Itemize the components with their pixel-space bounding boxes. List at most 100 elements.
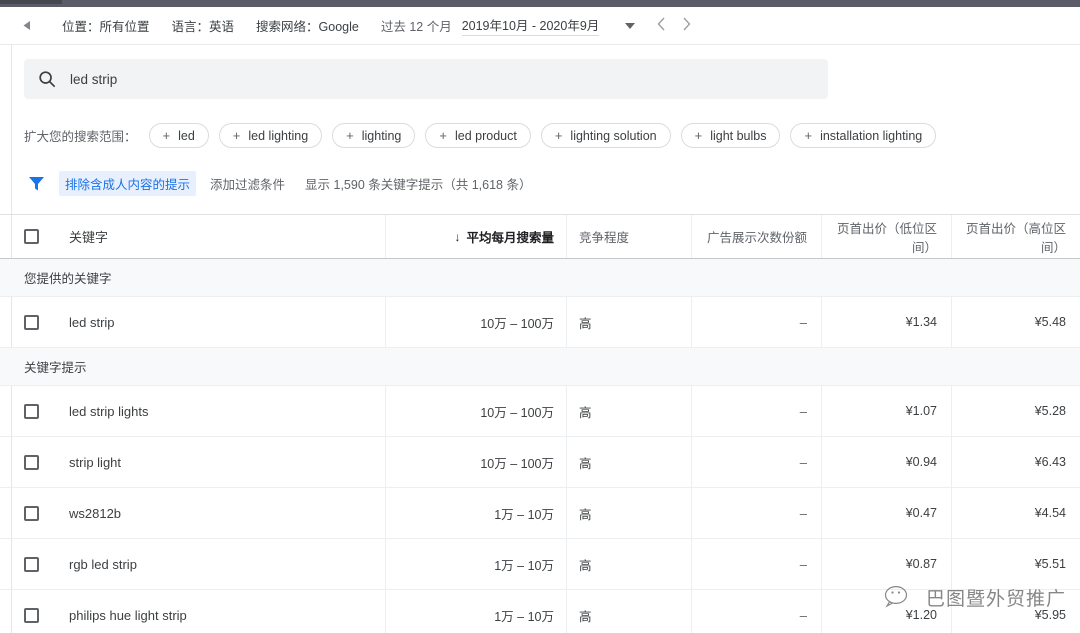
table-row[interactable]: led strip 10万 – 100万 高 – ¥1.34 ¥5.48 xyxy=(0,297,1080,348)
filter-active-chip[interactable]: 排除含成人内容的提示 xyxy=(59,171,196,196)
header-cell-bid-high[interactable]: 页首出价（高位区间） xyxy=(951,215,1080,258)
cell-impression-share: – xyxy=(691,437,821,487)
row-checkbox[interactable] xyxy=(24,557,39,572)
group-label: 关键字提示 xyxy=(0,357,87,376)
keyword-text: rgb led strip xyxy=(69,557,137,572)
filter-row: 排除含成人内容的提示 添加过滤条件 显示 1,590 条关键字提示（共 1,61… xyxy=(0,148,1080,196)
cell-keyword: led strip lights xyxy=(0,404,385,419)
competition-text: 高 xyxy=(579,453,592,472)
select-all-checkbox[interactable] xyxy=(24,229,39,244)
impression-share-text: – xyxy=(800,404,807,419)
competition-text: 高 xyxy=(579,313,592,332)
row-checkbox[interactable] xyxy=(24,404,39,419)
expand-chip-label: lighting solution xyxy=(570,129,656,143)
expand-chip-label: led lighting xyxy=(248,129,308,143)
plus-icon: + xyxy=(163,129,171,142)
expand-chip-6[interactable]: +installation lighting xyxy=(790,123,936,148)
row-checkbox[interactable] xyxy=(24,608,39,623)
filter-language[interactable]: 语言：英语 xyxy=(172,16,235,35)
cell-impression-share: – xyxy=(691,386,821,436)
filter-period-label: 过去 12 个月 xyxy=(381,16,452,35)
plus-icon: + xyxy=(695,129,703,142)
bid-high-text: ¥6.43 xyxy=(1035,455,1066,469)
expand-chip-label: lighting xyxy=(362,129,402,143)
header-label-volume: 平均每月搜索量 xyxy=(466,227,554,246)
window-title-band-segment xyxy=(0,0,62,4)
bid-high-text: ¥4.54 xyxy=(1035,506,1066,520)
table-row[interactable]: philips hue light strip 1万 – 10万 高 – ¥1.… xyxy=(0,590,1080,633)
table-row[interactable]: strip light 10万 – 100万 高 – ¥0.94 ¥6.43 xyxy=(0,437,1080,488)
row-checkbox[interactable] xyxy=(24,315,39,330)
expand-search-row: 扩大您的搜索范围： +led +led lighting +lighting +… xyxy=(0,99,1080,148)
cell-keyword: rgb led strip xyxy=(0,557,385,572)
search-area: led strip xyxy=(0,45,1080,99)
group-header-row: 关键字提示 xyxy=(0,348,1080,386)
plus-icon: + xyxy=(346,129,354,142)
cell-keyword: philips hue light strip xyxy=(0,608,385,623)
table-row[interactable]: led strip lights 10万 – 100万 高 – ¥1.07 ¥5… xyxy=(0,386,1080,437)
competition-text: 高 xyxy=(579,504,592,523)
plus-icon: + xyxy=(439,129,447,142)
bid-low-text: ¥0.47 xyxy=(906,506,937,520)
volume-text: 10万 – 100万 xyxy=(480,402,554,421)
funnel-glyph xyxy=(28,175,45,192)
keyword-text: led strip lights xyxy=(69,404,148,419)
competition-text: 高 xyxy=(579,555,592,574)
expand-chip-3[interactable]: +led product xyxy=(425,123,530,148)
search-input[interactable]: led strip xyxy=(24,59,828,99)
chevron-left-icon[interactable] xyxy=(657,17,666,35)
filter-location[interactable]: 位置：所有位置 xyxy=(62,16,150,35)
plus-icon: + xyxy=(555,129,563,142)
cell-bid-high: ¥5.95 xyxy=(951,590,1080,633)
expand-chip-0[interactable]: +led xyxy=(149,123,209,148)
expand-chip-1[interactable]: + led lighting xyxy=(219,123,322,148)
chevron-right-icon[interactable] xyxy=(682,17,691,35)
caret-down-glyph xyxy=(625,23,635,29)
volume-text: 10万 – 100万 xyxy=(480,453,554,472)
row-checkbox[interactable] xyxy=(24,455,39,470)
cell-competition: 高 xyxy=(566,437,691,487)
expand-chip-4[interactable]: + lighting solution xyxy=(541,123,671,148)
cell-keyword: strip light xyxy=(0,455,385,470)
cell-bid-low: ¥1.07 xyxy=(821,386,951,436)
date-range-value[interactable]: 2019年10月 - 2020年9月 xyxy=(462,15,600,36)
keyword-text: led strip xyxy=(69,315,115,330)
cell-bid-high: ¥5.28 xyxy=(951,386,1080,436)
table-header-row: 关键字 ↓ 平均每月搜索量 竞争程度 广告展示次数份额 页首出价（低位区间） 页… xyxy=(0,215,1080,259)
cell-impression-share: – xyxy=(691,590,821,633)
funnel-icon[interactable] xyxy=(28,175,45,192)
header-label-bid-low: 页首出价（低位区间） xyxy=(822,218,937,256)
header-cell-bid-low[interactable]: 页首出价（低位区间） xyxy=(821,215,951,258)
impression-share-text: – xyxy=(800,557,807,572)
header-cell-keyword: 关键字 xyxy=(0,227,385,246)
table-row[interactable]: ws2812b 1万 – 10万 高 – ¥0.47 ¥4.54 xyxy=(0,488,1080,539)
expand-chip-label: light bulbs xyxy=(710,129,766,143)
cell-volume: 10万 – 100万 xyxy=(385,386,566,436)
header-cell-volume[interactable]: ↓ 平均每月搜索量 xyxy=(385,215,566,258)
search-input-value: led strip xyxy=(70,72,117,87)
table-row[interactable]: rgb led strip 1万 – 10万 高 – ¥0.87 ¥5.51 xyxy=(0,539,1080,590)
cell-bid-high: ¥5.51 xyxy=(951,539,1080,589)
header-cell-impression-share[interactable]: 广告展示次数份额 xyxy=(691,215,821,258)
add-filter-button[interactable]: 添加过滤条件 xyxy=(210,174,285,193)
cell-competition: 高 xyxy=(566,539,691,589)
cell-competition: 高 xyxy=(566,590,691,633)
plus-icon: + xyxy=(233,129,241,142)
back-triangle-icon[interactable] xyxy=(14,13,40,39)
cell-volume: 1万 – 10万 xyxy=(385,590,566,633)
expand-chip-5[interactable]: + light bulbs xyxy=(681,123,781,148)
caret-down-icon[interactable] xyxy=(625,21,635,31)
expand-chip-2[interactable]: + lighting xyxy=(332,123,415,148)
cell-bid-low: ¥0.47 xyxy=(821,488,951,538)
bid-low-text: ¥0.94 xyxy=(906,455,937,469)
keyword-planner-page: 位置：所有位置 语言：英语 搜索网络：Google 过去 12 个月 2019年… xyxy=(0,0,1080,633)
cell-bid-low: ¥0.94 xyxy=(821,437,951,487)
cell-bid-high: ¥5.48 xyxy=(951,297,1080,347)
row-checkbox[interactable] xyxy=(24,506,39,521)
filter-network[interactable]: 搜索网络：Google xyxy=(256,16,359,35)
cell-bid-low: ¥1.20 xyxy=(821,590,951,633)
header-cell-competition[interactable]: 竞争程度 xyxy=(566,215,691,258)
expand-chip-label: installation lighting xyxy=(820,129,922,143)
impression-share-text: – xyxy=(800,506,807,521)
cell-volume: 10万 – 100万 xyxy=(385,297,566,347)
